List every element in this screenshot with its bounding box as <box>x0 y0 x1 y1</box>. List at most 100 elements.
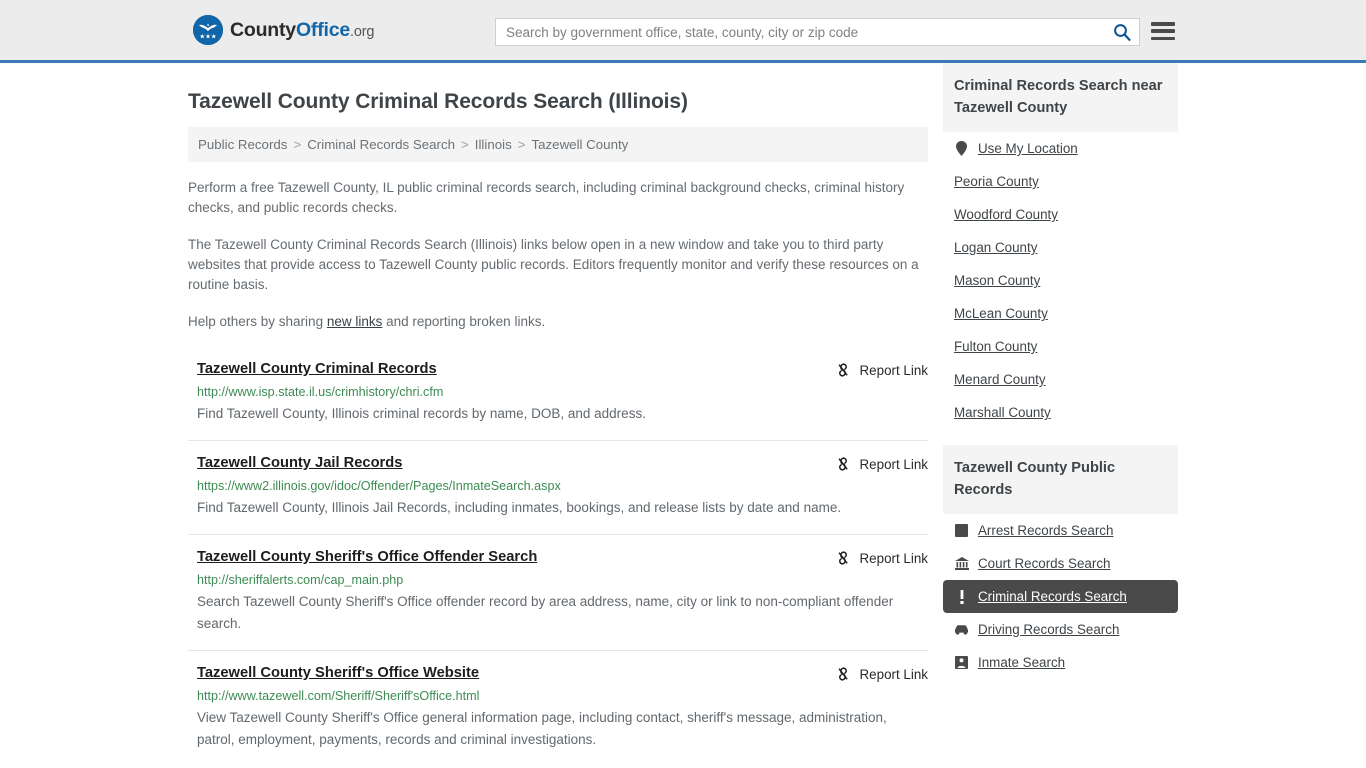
sidebar-item-label[interactable]: Peoria County <box>954 174 1039 189</box>
resource-url: http://sheriffalerts.com/cap_main.php <box>197 573 404 587</box>
resource-title-link[interactable]: Tazewell County Sheriff's Office Website <box>188 665 479 681</box>
eagle-seal-icon: ★★★ <box>193 15 223 45</box>
sidebar-heading-nearby: Criminal Records Search near Tazewell Co… <box>943 63 1178 132</box>
hamburger-menu-icon[interactable] <box>1151 19 1175 43</box>
sidebar-item-label[interactable]: Mason County <box>954 273 1040 288</box>
public-records-list: Arrest Records Search Court Records Sear… <box>943 514 1178 679</box>
content-container: Tazewell County Criminal Records Search … <box>188 63 1178 766</box>
sidebar-item-label[interactable]: Inmate Search <box>978 655 1065 670</box>
page-title: Tazewell County Criminal Records Search … <box>188 90 688 113</box>
breadcrumb-item-public-records[interactable]: Public Records <box>198 137 287 152</box>
new-links-link[interactable]: new links <box>327 314 383 329</box>
page-body: Tazewell County Criminal Records Search … <box>0 63 1366 766</box>
breadcrumb-separator: > <box>293 137 302 152</box>
search-bar[interactable] <box>495 18 1140 46</box>
sidebar-item-mclean-county[interactable]: McLean County <box>943 297 1178 330</box>
sidebar-item-label[interactable]: Driving Records Search <box>978 622 1119 637</box>
sidebar-item-arrest-records-search[interactable]: Arrest Records Search <box>943 514 1178 547</box>
sidebar-item-label[interactable]: Logan County <box>954 240 1037 255</box>
intro-paragraph-1: Perform a free Tazewell County, IL publi… <box>188 180 905 215</box>
svg-text:★★★: ★★★ <box>199 33 216 41</box>
map-pin-icon <box>954 141 969 156</box>
resource-url: https://www2.illinois.gov/idoc/Offender/… <box>197 479 561 493</box>
report-link-label: Report Link <box>859 550 928 566</box>
intro-paragraph-2: The Tazewell County Criminal Records Sea… <box>188 237 919 292</box>
breadcrumb-separator: > <box>517 137 526 152</box>
resource-description: Search Tazewell County Sheriff's Office … <box>197 594 894 631</box>
sidebar-heading-public-records: Tazewell County Public Records <box>943 445 1178 514</box>
breadcrumb: Public Records > Criminal Records Search… <box>188 127 928 162</box>
site-header: ★★★ CountyOffice.org <box>0 0 1366 63</box>
sidebar-item-label[interactable]: Fulton County <box>954 339 1037 354</box>
sidebar-item-inmate-search[interactable]: Inmate Search <box>943 646 1178 679</box>
resource-link-list: Tazewell County Criminal Records Report … <box>188 354 928 766</box>
breadcrumb-item-tazewell-county[interactable]: Tazewell County <box>531 137 628 152</box>
broken-link-icon <box>838 457 848 471</box>
sidebar-item-label[interactable]: Marshall County <box>954 405 1051 420</box>
broken-link-icon <box>838 551 848 565</box>
list-item: Tazewell County Jail Records Report Link… <box>188 440 928 534</box>
list-item: Tazewell County Criminal Records Report … <box>188 354 928 440</box>
sidebar-item-label[interactable]: Arrest Records Search <box>978 523 1113 538</box>
sidebar-item-use-my-location[interactable]: Use My Location <box>943 132 1178 165</box>
broken-link-icon <box>838 363 848 377</box>
link-header-row: Tazewell County Sheriff's Office Website… <box>188 665 928 682</box>
resource-url: http://www.tazewell.com/Sheriff/Sheriff'… <box>197 689 480 703</box>
sidebar-item-criminal-records-search[interactable]: Criminal Records Search <box>943 580 1178 613</box>
search-input[interactable] <box>496 19 1105 45</box>
link-header-row: Tazewell County Sheriff's Office Offende… <box>188 549 928 566</box>
sidebar-item-fulton-county[interactable]: Fulton County <box>943 330 1178 363</box>
breadcrumb-item-criminal-records-search[interactable]: Criminal Records Search <box>307 137 455 152</box>
fingerprint-square-icon <box>954 523 969 538</box>
logo-text-county: County <box>230 18 296 41</box>
list-item: Tazewell County Sheriff's Office Website… <box>188 650 928 766</box>
link-header-row: Tazewell County Jail Records Report Link <box>188 455 928 472</box>
courthouse-icon <box>954 556 969 571</box>
share-text-before: Help others by sharing <box>188 314 327 329</box>
resource-url: http://www.isp.state.il.us/crimhistory/c… <box>197 385 444 399</box>
share-text-after: and reporting broken links. <box>382 314 546 329</box>
sidebar-item-woodford-county[interactable]: Woodford County <box>943 198 1178 231</box>
resource-description: View Tazewell County Sheriff's Office ge… <box>197 710 887 747</box>
logo-text-office: Office <box>295 18 351 41</box>
search-icon <box>1114 24 1131 41</box>
report-link-button[interactable]: Report Link <box>835 550 928 566</box>
inmate-icon <box>954 655 969 670</box>
sidebar-item-label[interactable]: Woodford County <box>954 207 1058 222</box>
report-link-button[interactable]: Report Link <box>835 456 928 472</box>
report-link-button[interactable]: Report Link <box>835 362 928 378</box>
report-link-label: Report Link <box>859 362 928 378</box>
sidebar-item-mason-county[interactable]: Mason County <box>943 264 1178 297</box>
breadcrumb-item-illinois[interactable]: Illinois <box>475 137 512 152</box>
list-item: Tazewell County Sheriff's Office Offende… <box>188 534 928 650</box>
sidebar-item-label[interactable]: Court Records Search <box>978 556 1110 571</box>
search-button[interactable] <box>1105 19 1139 45</box>
exclamation-icon <box>954 589 969 604</box>
car-icon <box>954 622 969 637</box>
sidebar-item-court-records-search[interactable]: Court Records Search <box>943 547 1178 580</box>
hamburger-bar <box>1151 22 1175 26</box>
sidebar-item-marshall-county[interactable]: Marshall County <box>943 396 1178 429</box>
hamburger-bar <box>1151 29 1175 33</box>
sidebar-item-peoria-county[interactable]: Peoria County <box>943 165 1178 198</box>
report-link-label: Report Link <box>859 456 928 472</box>
resource-title-link[interactable]: Tazewell County Criminal Records <box>188 361 437 377</box>
sidebar-item-label[interactable]: Criminal Records Search <box>978 589 1127 604</box>
broken-link-icon <box>838 667 848 681</box>
sidebar-item-driving-records-search[interactable]: Driving Records Search <box>943 613 1178 646</box>
hamburger-bar <box>1151 36 1175 40</box>
resource-title-link[interactable]: Tazewell County Sheriff's Office Offende… <box>188 549 537 565</box>
intro-paragraph-3: Help others by sharing new links and rep… <box>188 312 928 332</box>
main-column: Tazewell County Criminal Records Search … <box>188 63 928 766</box>
site-logo[interactable]: ★★★ CountyOffice.org <box>193 15 374 45</box>
sidebar-item-menard-county[interactable]: Menard County <box>943 363 1178 396</box>
sidebar-item-label[interactable]: Menard County <box>954 372 1046 387</box>
resource-description: Find Tazewell County, Illinois criminal … <box>197 406 646 421</box>
resource-title-link[interactable]: Tazewell County Jail Records <box>188 455 402 471</box>
intro-text: Perform a free Tazewell County, IL publi… <box>188 178 928 332</box>
sidebar-item-logan-county[interactable]: Logan County <box>943 231 1178 264</box>
report-link-button[interactable]: Report Link <box>835 666 928 682</box>
sidebar-item-label[interactable]: Use My Location <box>978 141 1078 156</box>
logo-wordmark: CountyOffice.org <box>230 19 374 42</box>
sidebar-item-label[interactable]: McLean County <box>954 306 1048 321</box>
